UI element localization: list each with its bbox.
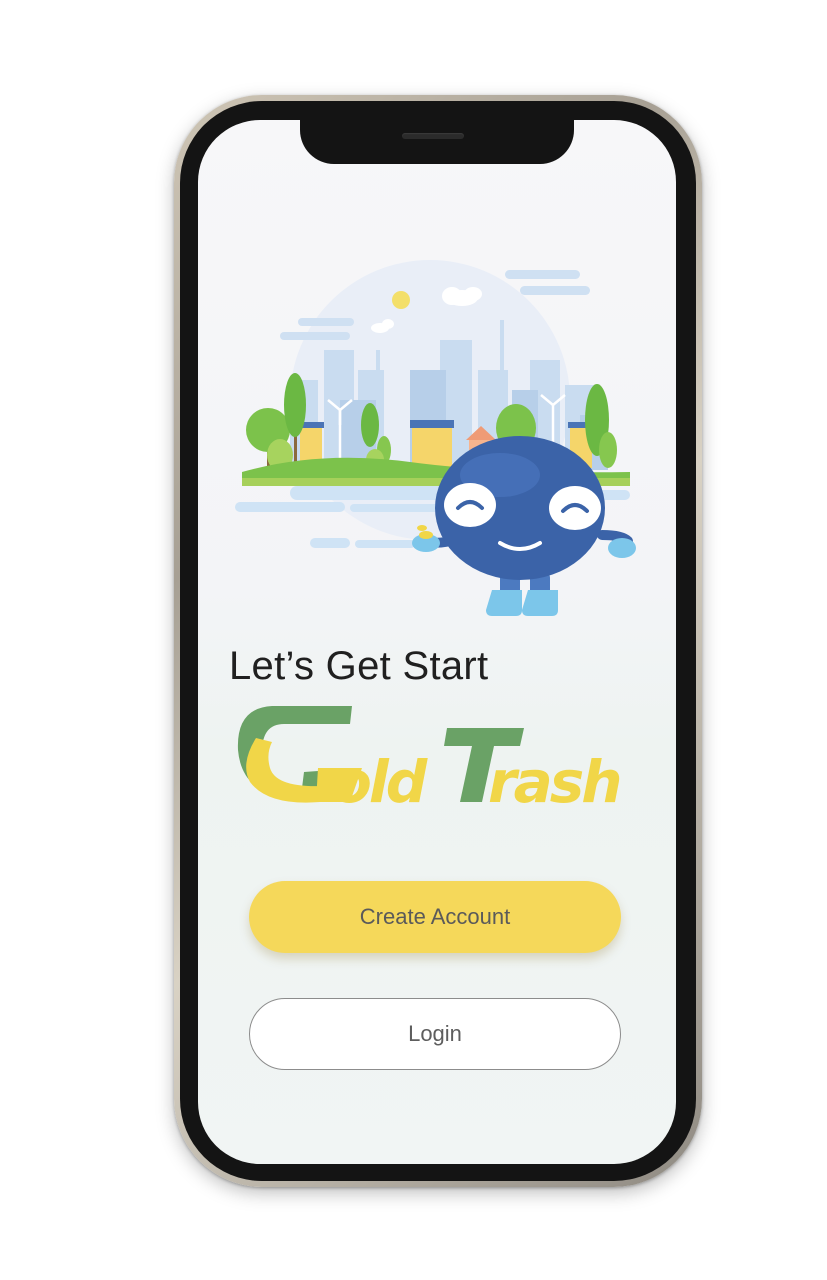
goldtrash-logo: old rash: [237, 706, 623, 812]
login-button[interactable]: Login: [249, 998, 621, 1070]
eco-city-mascot-illustration: [235, 260, 636, 616]
create-account-button[interactable]: Create Account: [249, 881, 621, 953]
page-title: Let’s Get Start: [229, 644, 489, 688]
page: Let’s Get Start old rash Create Account …: [0, 0, 827, 1280]
speaker-grille: [402, 133, 464, 139]
sun-icon: [392, 291, 410, 309]
svg-text:old: old: [332, 748, 428, 812]
svg-text:rash: rash: [488, 748, 620, 812]
